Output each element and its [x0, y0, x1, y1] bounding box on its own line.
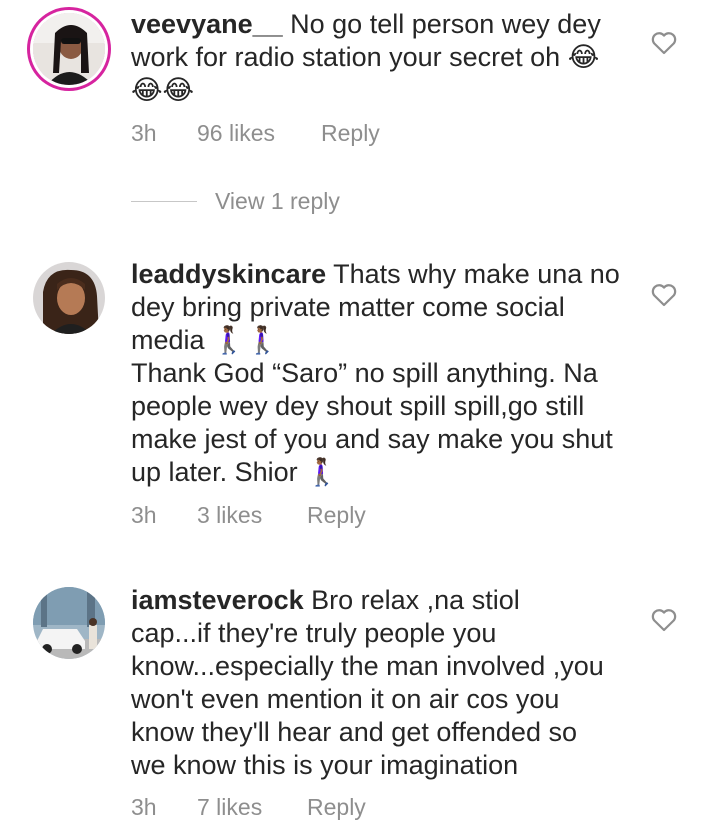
avatar[interactable] [33, 13, 105, 85]
view-replies-label: View 1 reply [215, 188, 340, 214]
reply-button[interactable]: Reply [321, 120, 380, 147]
avatar[interactable] [33, 587, 105, 659]
comment-username[interactable]: iamsteverock [131, 585, 304, 615]
comment-likes[interactable]: 7 likes [197, 794, 307, 821]
reply-button[interactable]: Reply [307, 502, 366, 529]
comment-body: Thats why make una no dey bring private … [131, 259, 620, 487]
comment-meta: 3h 96 likes Reply [131, 120, 380, 147]
avatar[interactable] [33, 262, 105, 334]
comment-time: 3h [131, 120, 157, 146]
heart-outline-icon[interactable] [651, 31, 677, 55]
divider [131, 201, 197, 202]
comment-text: leaddyskincare Thats why make una no dey… [131, 258, 641, 489]
comment-time: 3h [131, 502, 157, 528]
comment-likes[interactable]: 96 likes [197, 120, 321, 147]
comment-text: veevyane__ No go tell person wey dey wor… [131, 8, 641, 107]
comment-likes[interactable]: 3 likes [197, 502, 307, 529]
comment-time: 3h [131, 794, 157, 820]
comment-meta: 3h 7 likes Reply [131, 794, 366, 821]
heart-outline-icon[interactable] [651, 608, 677, 632]
comment-meta: 3h 3 likes Reply [131, 502, 366, 529]
heart-outline-icon[interactable] [651, 283, 677, 307]
comment-username[interactable]: veevyane__ [131, 9, 283, 39]
reply-button[interactable]: Reply [307, 794, 366, 821]
view-replies-button[interactable]: View 1 reply [131, 188, 340, 215]
comment-username[interactable]: leaddyskincare [131, 259, 326, 289]
comment-text: iamsteverock Bro relax ,na stiol cap...i… [131, 584, 641, 782]
